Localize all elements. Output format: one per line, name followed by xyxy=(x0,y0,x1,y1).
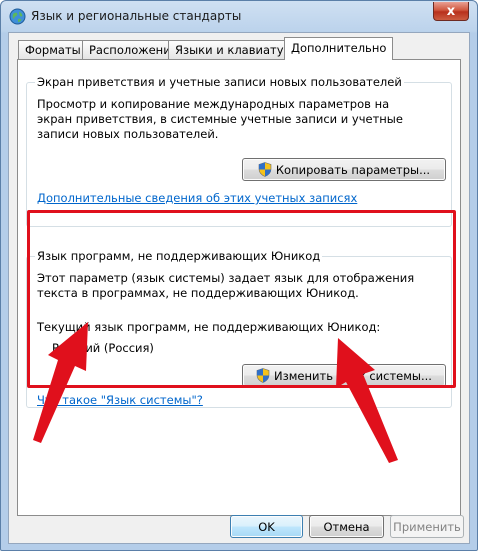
button-label: Применить xyxy=(393,519,461,534)
button-label: OK xyxy=(258,519,275,534)
button-label: Копировать параметры... xyxy=(275,162,431,177)
welcome-screen-group: Экран приветствия и учетные записи новых… xyxy=(26,75,452,227)
button-label: Отмена xyxy=(323,519,370,534)
red-highlight-frame xyxy=(27,210,456,388)
close-button[interactable]: x xyxy=(433,2,469,21)
tab-label: Языки и клавиатуры xyxy=(175,43,300,57)
tab-label: Расположение xyxy=(89,43,178,57)
uac-shield-icon xyxy=(258,162,272,177)
tab-formats[interactable]: Форматы xyxy=(18,40,88,59)
tab-administrative[interactable]: Дополнительно xyxy=(284,37,394,60)
tab-label: Дополнительно xyxy=(291,41,387,55)
window-title: Язык и региональные стандарты xyxy=(31,9,242,23)
group-description: Просмотр и копирование международных пар… xyxy=(37,97,403,141)
title-bar[interactable]: Язык и региональные стандарты x xyxy=(1,1,477,32)
copy-settings-button[interactable]: Копировать параметры... xyxy=(242,158,446,181)
ok-button[interactable]: OK xyxy=(230,515,303,538)
cancel-button[interactable]: Отмена xyxy=(309,515,384,538)
what-is-system-locale-link[interactable]: Что такое "Язык системы"? xyxy=(37,393,203,407)
apply-button[interactable]: Применить xyxy=(390,515,464,538)
tab-label: Форматы xyxy=(25,43,81,57)
close-icon: x xyxy=(446,3,456,19)
group-title: Экран приветствия и учетные записи новых… xyxy=(35,75,404,89)
welcome-accounts-info-link[interactable]: Дополнительные сведения об этих учетных … xyxy=(37,191,357,205)
globe-icon xyxy=(9,8,26,25)
